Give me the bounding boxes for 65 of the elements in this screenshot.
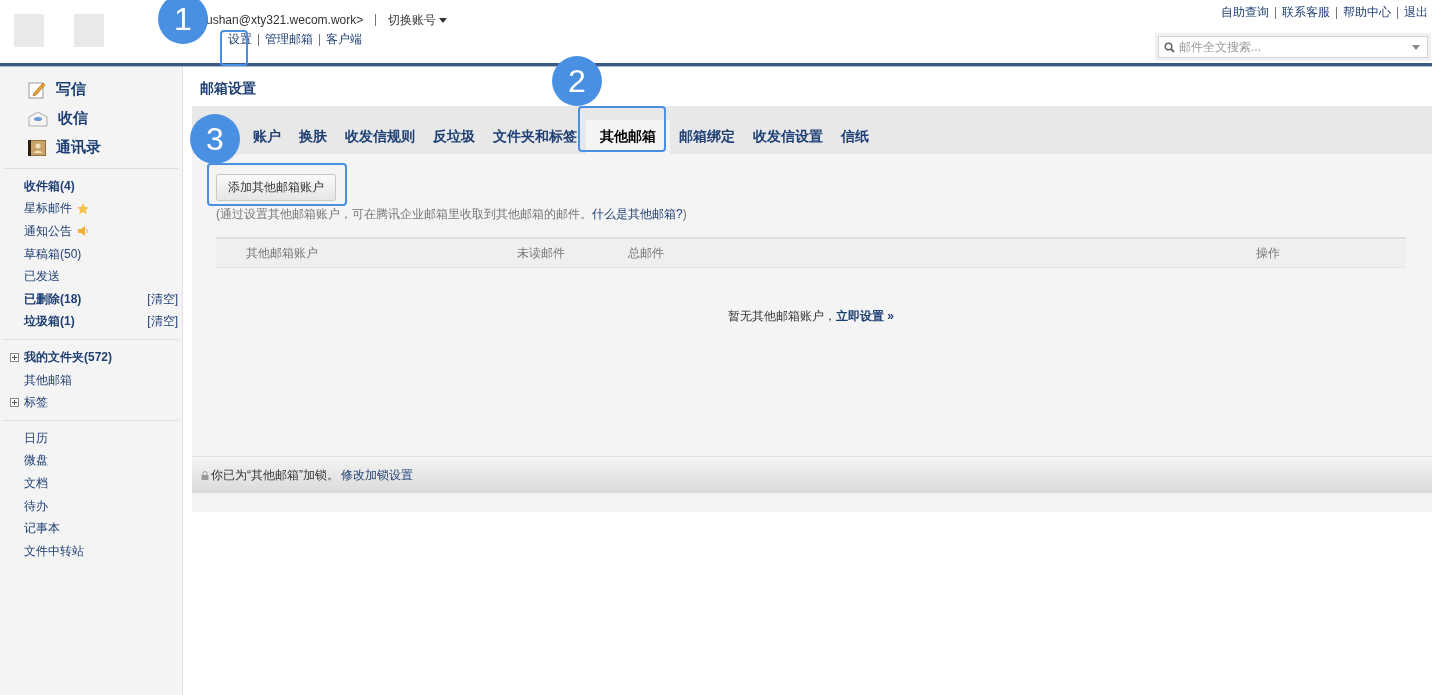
folder-link[interactable]: 已删除(18) xyxy=(24,290,82,308)
folder-link[interactable]: 我的文件夹(572) xyxy=(24,348,112,366)
switch-account-link[interactable]: 切换账号 xyxy=(388,11,448,29)
settings-tab[interactable]: 其他邮箱 xyxy=(586,120,670,154)
help-link[interactable]: 什么是其他邮箱? xyxy=(592,207,683,221)
nav-link[interactable]: 客户端 xyxy=(326,31,362,48)
settings-tab[interactable]: 信纸 xyxy=(832,120,878,154)
setup-now-link[interactable]: 立即设置 » xyxy=(836,309,894,323)
column-header: 操作 xyxy=(1256,244,1280,262)
settings-tab[interactable]: 邮箱绑定 xyxy=(670,120,744,154)
search-field[interactable]: 邮件全文搜索... xyxy=(1158,36,1428,58)
column-header: 未读邮件 xyxy=(517,244,565,262)
app-link[interactable]: 微盘 xyxy=(24,452,48,470)
add-account-button[interactable]: 添加其他邮箱账户 xyxy=(216,174,336,201)
empty-folder-link[interactable]: [清空] xyxy=(147,313,178,331)
expand-icon[interactable] xyxy=(10,352,19,362)
description-text: ) xyxy=(682,207,687,221)
folder-link[interactable]: 其他邮箱 xyxy=(24,371,72,389)
lock-message: 你已为“其他邮箱”加锁。 xyxy=(211,466,339,484)
settings-tab[interactable]: 换肤 xyxy=(290,120,336,154)
account-email: ushan@xty321.wecom.work> xyxy=(206,13,364,27)
lock-icon xyxy=(201,470,209,480)
top-link[interactable]: 帮助中心 xyxy=(1343,4,1391,21)
folder-link[interactable]: 通知公告 xyxy=(24,223,72,240)
nav-link[interactable]: 管理邮箱 xyxy=(265,31,313,48)
step-badge: 2 xyxy=(552,56,602,106)
column-header: 总邮件 xyxy=(628,244,664,262)
app-link[interactable]: 记事本 xyxy=(24,520,60,538)
top-link[interactable]: 自助查询 xyxy=(1221,4,1269,21)
envelope-icon xyxy=(28,110,48,127)
page-title: 邮箱设置 xyxy=(200,80,256,98)
folder-link[interactable]: 收件箱(4) xyxy=(24,177,75,195)
description-text: (通过设置其他邮箱账户，可在腾讯企业邮箱里收取到其他邮箱的邮件。 xyxy=(216,207,592,221)
expand-icon[interactable] xyxy=(10,398,19,408)
sidebar-action[interactable]: 收信 xyxy=(58,109,88,128)
app-link[interactable]: 文件中转站 xyxy=(24,542,84,560)
settings-tab[interactable]: 反垃圾 xyxy=(424,120,484,154)
column-header: 其他邮箱账户 xyxy=(246,244,318,262)
settings-tab[interactable]: 文件夹和标签 xyxy=(484,120,586,154)
folder-link[interactable]: 标签 xyxy=(24,394,48,412)
folder-link[interactable]: 已发送 xyxy=(24,268,60,286)
sidebar-action[interactable]: 写信 xyxy=(56,80,86,99)
sidebar-action[interactable]: 通讯录 xyxy=(56,138,101,157)
app-link[interactable]: 待办 xyxy=(24,497,48,515)
settings-tab[interactable]: 收发信规则 xyxy=(336,120,424,154)
step-badge: 1 xyxy=(158,0,208,44)
app-link[interactable]: 日历 xyxy=(24,429,48,447)
empty-message: 暂无其他邮箱账户， xyxy=(728,309,836,323)
speaker-icon xyxy=(77,225,89,238)
settings-tab[interactable]: 账户 xyxy=(244,120,290,154)
dropdown-caret-icon[interactable] xyxy=(1412,45,1420,50)
top-link[interactable]: 联系客服 xyxy=(1282,4,1330,21)
folder-link[interactable]: 星标邮件 xyxy=(24,200,72,218)
caret-icon xyxy=(439,17,448,23)
notepad-pencil-icon xyxy=(28,80,46,99)
star-icon xyxy=(77,202,89,215)
folder-link[interactable]: 草稿箱(50) xyxy=(24,245,82,263)
settings-tab[interactable]: 收发信设置 xyxy=(744,120,832,154)
app-link[interactable]: 文档 xyxy=(24,474,48,492)
lock-settings-link[interactable]: 修改加锁设置 xyxy=(341,466,413,484)
top-link[interactable]: 退出 xyxy=(1404,4,1428,21)
folder-link[interactable]: 垃圾箱(1) xyxy=(24,313,75,331)
empty-folder-link[interactable]: [清空] xyxy=(147,290,178,308)
search-icon xyxy=(1164,42,1175,53)
address-book-icon xyxy=(28,139,46,156)
